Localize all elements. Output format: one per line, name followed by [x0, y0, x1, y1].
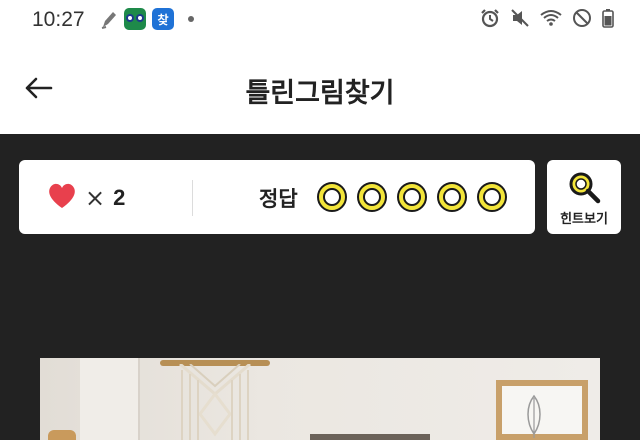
status-right-icons [480, 8, 614, 28]
score-card: × 2 정답 [19, 160, 535, 234]
lives-indicator: × 2 [47, 182, 125, 214]
photo-door [80, 358, 140, 440]
answer-slot [437, 182, 467, 212]
game-photo[interactable] [40, 358, 600, 440]
notification-dot-icon [188, 16, 194, 22]
app-bar: 틀린그림찾기 [0, 40, 640, 134]
answer-slots [317, 182, 507, 212]
status-bar: 10:27 찾 [0, 0, 640, 40]
answer-slot [357, 182, 387, 212]
status-time: 10:27 [32, 8, 85, 31]
photo-lamp [48, 430, 76, 440]
pen-icon [100, 9, 118, 29]
answer-label: 정답 [259, 187, 298, 211]
app-badge-icon: 찾 [152, 8, 174, 30]
page-title: 틀린그림찾기 [245, 78, 395, 109]
status-left-icons: 찾 [100, 8, 194, 30]
heart-icon [47, 182, 77, 214]
wifi-icon [540, 9, 562, 27]
battery-charging-icon [602, 8, 614, 28]
answer-slot [477, 182, 507, 212]
do-not-disturb-icon [572, 8, 592, 28]
mute-vibrate-icon [510, 8, 530, 28]
hint-label: 힌트보기 [560, 212, 608, 227]
lives-count: 2 [113, 185, 126, 210]
photo-shelf [310, 434, 430, 440]
magnifier-icon [567, 170, 601, 208]
times-sign: × [85, 184, 106, 212]
photo-macrame [179, 364, 251, 440]
photo-leaf-print [527, 394, 541, 438]
divider [192, 180, 193, 216]
answer-slot [397, 182, 427, 212]
tripadvisor-app-icon [124, 8, 146, 30]
hint-button[interactable]: 힌트보기 [547, 160, 621, 234]
answer-slot [317, 182, 347, 212]
alarm-icon [480, 8, 500, 28]
